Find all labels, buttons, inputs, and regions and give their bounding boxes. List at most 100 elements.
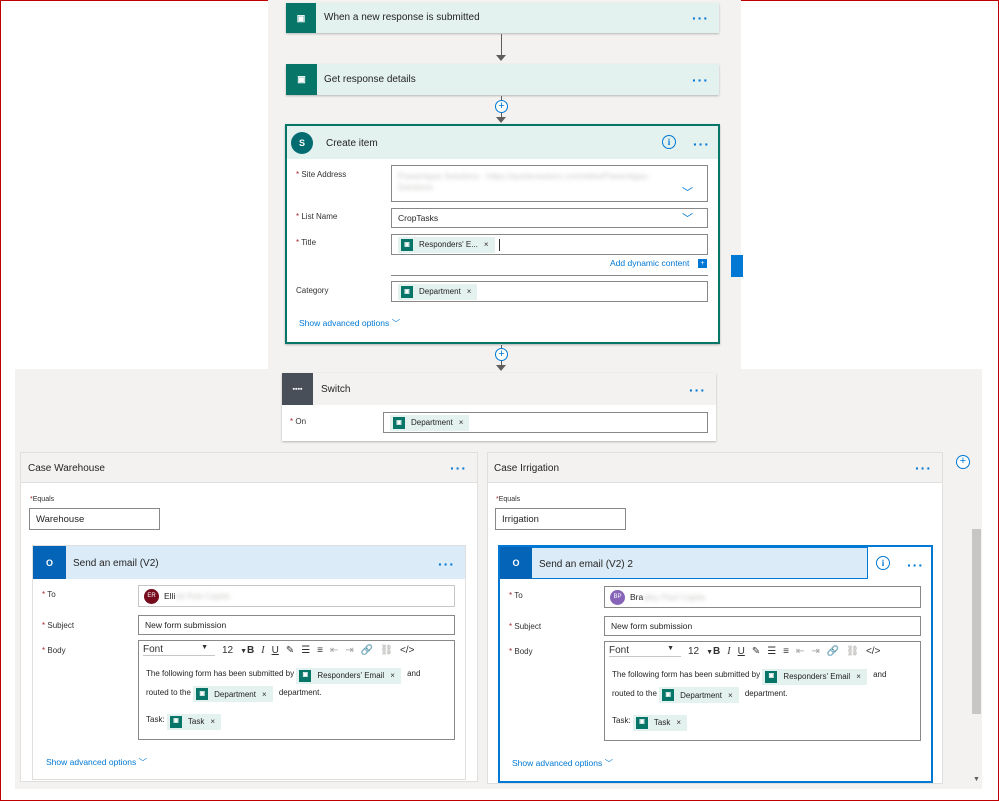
scroll-down-icon[interactable]: ▼ — [973, 776, 980, 783]
remove-icon[interactable]: × — [728, 687, 733, 704]
forms-icon: ▣ — [401, 238, 413, 251]
remove-icon[interactable]: × — [484, 240, 489, 249]
add-dynamic-content-icon[interactable]: + — [698, 259, 707, 268]
send-email-card[interactable]: O Send an email (V2) ··· * To ER Elli ott… — [32, 545, 466, 780]
scrollbar[interactable]: ▼ — [972, 503, 981, 783]
more-options-icon[interactable]: ··· — [692, 11, 709, 25]
remove-icon[interactable]: × — [390, 667, 395, 684]
to-field[interactable]: BP Bra dley Paul Capita — [604, 586, 921, 608]
site-address-field[interactable]: PowerApps Solutions - https://quickcreat… — [391, 165, 708, 202]
dynamic-panel-tab[interactable] — [731, 255, 743, 277]
bold-icon[interactable]: B — [713, 646, 720, 657]
dynamic-token[interactable]: ▣ Task × — [632, 714, 688, 731]
remove-icon[interactable]: × — [467, 287, 472, 296]
indent-icon[interactable]: ⇥ — [811, 646, 819, 657]
arrow-down-icon — [496, 365, 506, 371]
more-options-icon[interactable]: ··· — [450, 461, 467, 475]
dynamic-token[interactable]: ▣ Task × — [166, 713, 222, 730]
body-content[interactable]: The following form has been submitted by… — [146, 665, 451, 730]
remove-icon[interactable]: × — [459, 418, 464, 427]
dynamic-token[interactable]: ▣ Responders' Email × — [762, 668, 867, 685]
underline-icon[interactable]: U — [272, 645, 279, 656]
dynamic-token[interactable]: ▣ Responders' Email × — [296, 667, 401, 684]
switch-card[interactable]: ▪▪▪▪ Switch ··· * On ▣ Department × — [282, 373, 716, 441]
list-name-field[interactable]: CropTasks — [391, 208, 708, 228]
scrollbar-thumb[interactable] — [972, 529, 981, 714]
subject-field[interactable]: New form submission — [604, 616, 921, 636]
bold-icon[interactable]: B — [247, 645, 254, 656]
equals-field[interactable]: Irrigation — [495, 508, 626, 530]
font-select[interactable]: Font ▼ — [609, 645, 681, 657]
create-item-card[interactable]: S Create item i ··· * Site Address Power… — [285, 124, 720, 344]
dynamic-token[interactable]: ▣ Responders' E... × — [398, 236, 495, 253]
more-options-icon[interactable]: ··· — [693, 137, 710, 151]
unlink-icon[interactable]: ⛓ — [380, 645, 393, 656]
font-select[interactable]: Font ▼ — [143, 644, 215, 656]
size-select[interactable]: 12 ▼ — [222, 645, 247, 656]
numbered-list-icon[interactable]: ≡ — [783, 646, 789, 657]
add-dynamic-content-link[interactable]: Add dynamic content — [610, 258, 689, 268]
bullet-list-icon[interactable]: ☰ — [301, 645, 310, 656]
chevron-down-icon: ﹀ — [138, 757, 148, 767]
case-warehouse[interactable]: Case Warehouse ··· *Equals Warehouse O S… — [20, 452, 478, 782]
chevron-down-icon[interactable]: ﹀ — [682, 210, 693, 226]
to-field[interactable]: ER Elli ott Rob Capita — [138, 585, 455, 607]
link-icon[interactable]: 🔗 — [361, 645, 373, 656]
category-field[interactable]: ▣ Department × — [391, 281, 708, 302]
more-options-icon[interactable]: ··· — [907, 558, 924, 572]
more-options-icon[interactable]: ··· — [692, 73, 709, 87]
remove-icon[interactable]: × — [856, 668, 861, 685]
show-advanced-options-link[interactable]: Show advanced options ﹀ — [512, 757, 613, 769]
remove-icon[interactable]: × — [262, 686, 267, 703]
dynamic-token[interactable]: ▣ Department × — [193, 686, 273, 703]
body-content[interactable]: The following form has been submitted by… — [612, 666, 917, 731]
link-icon[interactable]: 🔗 — [827, 646, 839, 657]
code-view-icon[interactable]: </> — [866, 646, 880, 657]
body-editor[interactable]: Font ▼ 12 ▼ B I U ✎ ☰ ≡ ⇤ ⇥ 🔗 ⛓ </> The fo… — [604, 641, 921, 741]
case-irrigation[interactable]: Case Irrigation ··· *Equals Irrigation O… — [487, 452, 943, 784]
trigger-card[interactable]: ▣ When a new response is submitted ··· — [286, 3, 719, 33]
pen-icon[interactable]: ✎ — [286, 645, 294, 656]
on-field[interactable]: ▣ Department × — [383, 412, 708, 433]
dynamic-token[interactable]: ▣ Department × — [398, 283, 478, 300]
get-details-card[interactable]: ▣ Get response details ··· — [286, 64, 719, 95]
pen-icon[interactable]: ✎ — [752, 646, 760, 657]
avatar: ER — [144, 588, 159, 604]
avatar: BP — [610, 589, 625, 605]
add-case-icon[interactable]: + — [956, 455, 970, 469]
remove-icon[interactable]: × — [676, 714, 681, 731]
body-label: * Body — [509, 647, 533, 656]
remove-icon[interactable]: × — [210, 713, 215, 730]
title-field[interactable]: ▣ Responders' E... × — [391, 234, 708, 255]
bullet-list-icon[interactable]: ☰ — [767, 646, 776, 657]
forms-icon: ▣ — [393, 416, 405, 429]
indent-icon[interactable]: ⇥ — [345, 645, 353, 656]
dynamic-token[interactable]: ▣ Department × — [390, 414, 470, 431]
more-options-icon[interactable]: ··· — [689, 383, 706, 397]
numbered-list-icon[interactable]: ≡ — [317, 645, 323, 656]
subject-field[interactable]: New form submission — [138, 615, 455, 635]
dynamic-token[interactable]: ▣ Department × — [659, 687, 739, 704]
send-email-card[interactable]: O Send an email (V2) 2 i ··· * To BP Bra… — [498, 545, 933, 783]
add-step-icon[interactable]: + — [495, 348, 508, 361]
code-view-icon[interactable]: </> — [400, 645, 414, 656]
more-options-icon[interactable]: ··· — [915, 461, 932, 475]
chevron-down-icon[interactable]: ﹀ — [682, 184, 693, 200]
equals-field[interactable]: Warehouse — [29, 508, 160, 530]
more-options-icon[interactable]: ··· — [438, 557, 455, 571]
italic-icon[interactable]: I — [727, 646, 730, 657]
underline-icon[interactable]: U — [738, 646, 745, 657]
unlink-icon[interactable]: ⛓ — [846, 646, 859, 657]
italic-icon[interactable]: I — [261, 645, 264, 656]
info-icon[interactable]: i — [662, 135, 676, 149]
outlook-icon: O — [500, 547, 532, 579]
info-icon[interactable]: i — [876, 556, 890, 570]
outdent-icon[interactable]: ⇤ — [796, 646, 804, 657]
divider — [391, 275, 708, 276]
outdent-icon[interactable]: ⇤ — [330, 645, 338, 656]
show-advanced-options-link[interactable]: Show advanced options ﹀ — [46, 756, 147, 768]
body-editor[interactable]: Font ▼ 12 ▼ B I U ✎ ☰ ≡ ⇤ ⇥ 🔗 ⛓ </> The fo… — [138, 640, 455, 740]
size-select[interactable]: 12 ▼ — [688, 646, 713, 657]
add-step-icon[interactable]: + — [495, 100, 508, 113]
show-advanced-options-link[interactable]: Show advanced options ﹀ — [299, 317, 400, 329]
